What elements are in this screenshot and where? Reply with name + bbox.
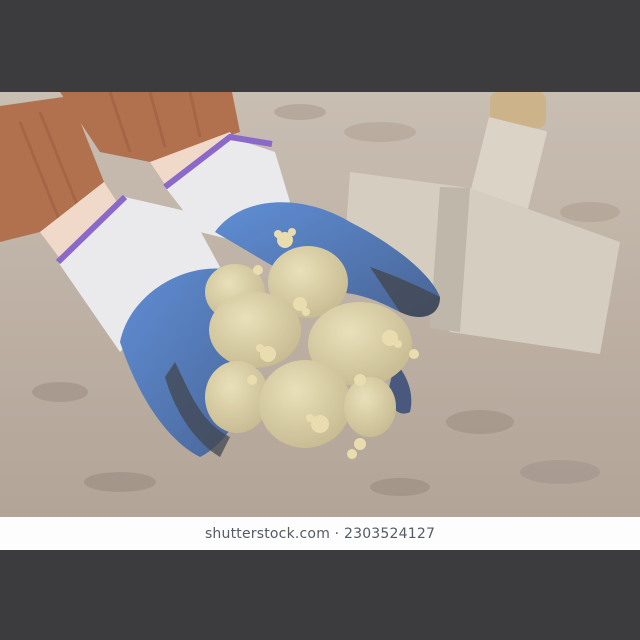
stock-photo bbox=[0, 92, 640, 517]
watermark-strip: shutterstock.com · 2303524127 bbox=[0, 517, 640, 550]
watermark-text: shutterstock.com · 2303524127 bbox=[204, 525, 436, 542]
image-frame: shutterstock.com · 2303524127 bbox=[0, 0, 640, 640]
